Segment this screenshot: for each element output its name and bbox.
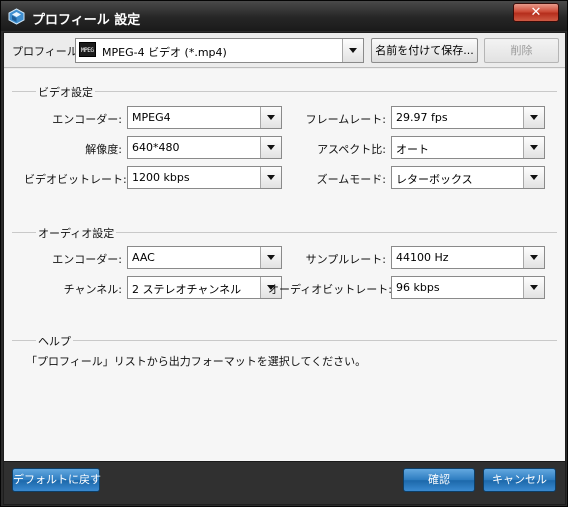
settings-content: ビデオ設定 エンコーダー: MPEG4 解像度: 640*480 ビデオビットレ… [4,69,565,461]
close-button[interactable]: ✕ [513,3,559,22]
framerate-value: 29.97 fps [396,111,448,124]
audio-bitrate-label: オーディオビットレート: [268,283,392,296]
reset-defaults-button[interactable]: デフォルトに戻す [12,468,101,492]
video-section-title: ビデオ設定 [36,84,95,100]
chevron-down-icon[interactable] [523,137,544,158]
delete-button[interactable]: 削除 [484,38,559,63]
samplerate-value: 44100 Hz [396,251,449,264]
cancel-button[interactable]: キャンセル [483,468,556,492]
profile-settings-window: プロフィール 設定 ✕ プロフィール: MPEG MPEG-4 ビデオ (*.m… [0,0,568,507]
profile-bar: プロフィール: MPEG MPEG-4 ビデオ (*.mp4) 名前を付けて保存… [4,33,565,68]
help-text: 「プロフィール」リストから出力フォーマットを選択してください。 [26,355,367,368]
samplerate-label: サンプルレート: [305,253,386,266]
dialog-footer: デフォルトに戻す 確認 キャンセル [4,461,565,504]
mpeg-icon: MPEG [79,42,96,57]
audio-encoder-dropdown[interactable]: AAC [127,246,282,269]
aspect-ratio-label: アスペクト比: [317,143,386,156]
close-icon: ✕ [530,5,542,20]
channels-label: チャンネル: [63,283,122,296]
window-title: プロフィール 設定 [32,13,141,28]
video-bitrate-value: 1200 kbps [132,171,190,184]
video-encoder-label: エンコーダー: [52,113,122,126]
audio-bitrate-value: 96 kbps [396,281,440,294]
save-as-button[interactable]: 名前を付けて保存... [371,38,478,63]
audio-section-title: オーディオ設定 [36,225,117,241]
chevron-down-icon[interactable] [342,39,363,62]
audio-encoder-label: エンコーダー: [52,253,122,266]
profile-dropdown-value: MPEG-4 ビデオ (*.mp4) [102,46,227,59]
settings-panel: プロフィール: MPEG MPEG-4 ビデオ (*.mp4) 名前を付けて保存… [3,32,566,505]
video-encoder-value: MPEG4 [132,111,171,124]
chevron-down-icon[interactable] [523,167,544,188]
zoom-mode-value: レターボックス [396,173,473,186]
resolution-value: 640*480 [132,141,180,154]
video-bitrate-label: ビデオビットレート: [24,173,127,186]
help-section-title: ヘルプ [36,333,73,349]
video-bitrate-dropdown[interactable]: 1200 kbps [127,166,282,189]
video-encoder-dropdown[interactable]: MPEG4 [127,106,282,129]
title-bar[interactable]: プロフィール 設定 ✕ [1,1,567,31]
zoom-mode-label: ズームモード: [316,173,386,186]
divider [12,340,557,341]
framerate-dropdown[interactable]: 29.97 fps [391,106,545,129]
profile-dropdown[interactable]: MPEG MPEG-4 ビデオ (*.mp4) [75,38,364,63]
audio-encoder-value: AAC [132,251,155,264]
framerate-label: フレームレート: [305,113,386,126]
resolution-label: 解像度: [85,143,122,156]
resolution-dropdown[interactable]: 640*480 [127,136,282,159]
zoom-mode-dropdown[interactable]: レターボックス [391,166,545,189]
channels-dropdown[interactable]: 2 ステレオチャンネル [127,276,282,299]
chevron-down-icon[interactable] [523,247,544,268]
confirm-button[interactable]: 確認 [403,468,475,492]
profile-label: プロフィール: [12,45,82,58]
samplerate-dropdown[interactable]: 44100 Hz [391,246,545,269]
channels-value: 2 ステレオチャンネル [132,283,242,296]
chevron-down-icon[interactable] [523,107,544,128]
audio-bitrate-dropdown[interactable]: 96 kbps [391,276,545,299]
app-logo-icon [8,8,25,25]
aspect-ratio-dropdown[interactable]: オート [391,136,545,159]
aspect-ratio-value: オート [396,143,429,156]
chevron-down-icon[interactable] [523,277,544,298]
